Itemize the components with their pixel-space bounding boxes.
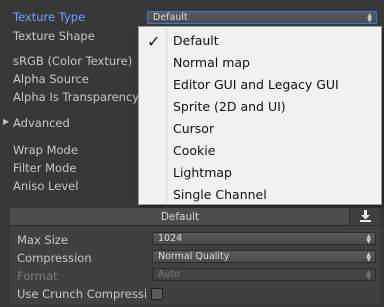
format-dropdown: Auto ▲ ▼: [152, 268, 376, 281]
texture-type-value: Default: [153, 12, 188, 23]
menu-item-normal-map[interactable]: Normal map: [173, 55, 250, 70]
menu-item-single-channel[interactable]: Single Channel: [173, 187, 267, 202]
platform-tab-bar: Default: [10, 208, 380, 226]
download-icon: [359, 210, 371, 222]
compression-dropdown[interactable]: Normal Quality ▲ ▼: [152, 250, 376, 263]
foldout-arrow-icon[interactable]: ▶: [3, 117, 9, 126]
alpha-is-transparency-label: Alpha Is Transparency: [13, 90, 140, 104]
compression-value: Normal Quality: [158, 251, 230, 262]
use-crunch-label: Use Crunch Compressi: [17, 287, 148, 301]
max-size-value: 1024: [158, 233, 183, 244]
wrap-mode-label: Wrap Mode: [13, 143, 78, 157]
texture-type-menu: ✓ Default Normal map Editor GUI and Lega…: [138, 26, 382, 205]
aniso-level-label: Aniso Level: [13, 179, 79, 193]
platform-settings-panel: Max Size 1024 ▲ ▼ Compression Normal Qual…: [10, 226, 380, 304]
menu-item-cookie[interactable]: Cookie: [173, 143, 215, 158]
menu-item-lightmap[interactable]: Lightmap: [173, 165, 232, 180]
format-label: Format: [17, 269, 58, 283]
max-size-label: Max Size: [17, 233, 69, 247]
checkmark-icon: ✓: [147, 32, 161, 51]
menu-item-sprite[interactable]: Sprite (2D and UI): [173, 99, 286, 114]
menu-item-default[interactable]: Default: [173, 33, 219, 48]
use-crunch-checkbox[interactable]: [151, 288, 163, 300]
menu-item-editor-gui[interactable]: Editor GUI and Legacy GUI: [173, 77, 339, 92]
filter-mode-label: Filter Mode: [13, 161, 77, 175]
texture-type-label: Texture Type: [13, 10, 86, 24]
texture-shape-label: Texture Shape: [13, 29, 95, 43]
texture-type-dropdown[interactable]: Default ▲ ▼: [147, 11, 377, 24]
dropdown-arrows-icon: ▲ ▼: [366, 233, 371, 245]
menu-separator: [166, 28, 167, 203]
max-size-dropdown[interactable]: 1024 ▲ ▼: [152, 232, 376, 245]
dropdown-arrows-icon: ▲ ▼: [367, 12, 372, 24]
srgb-label: sRGB (Color Texture): [13, 54, 133, 68]
format-value: Auto: [158, 269, 181, 280]
download-button[interactable]: [349, 208, 380, 225]
alpha-source-label: Alpha Source: [13, 72, 89, 86]
dropdown-arrows-icon: ▲ ▼: [366, 269, 371, 281]
dropdown-arrows-icon: ▲ ▼: [366, 251, 371, 263]
menu-item-cursor[interactable]: Cursor: [173, 121, 214, 136]
compression-label: Compression: [17, 251, 92, 265]
platform-tab-default[interactable]: Default: [10, 211, 350, 223]
advanced-foldout[interactable]: Advanced: [13, 116, 70, 130]
